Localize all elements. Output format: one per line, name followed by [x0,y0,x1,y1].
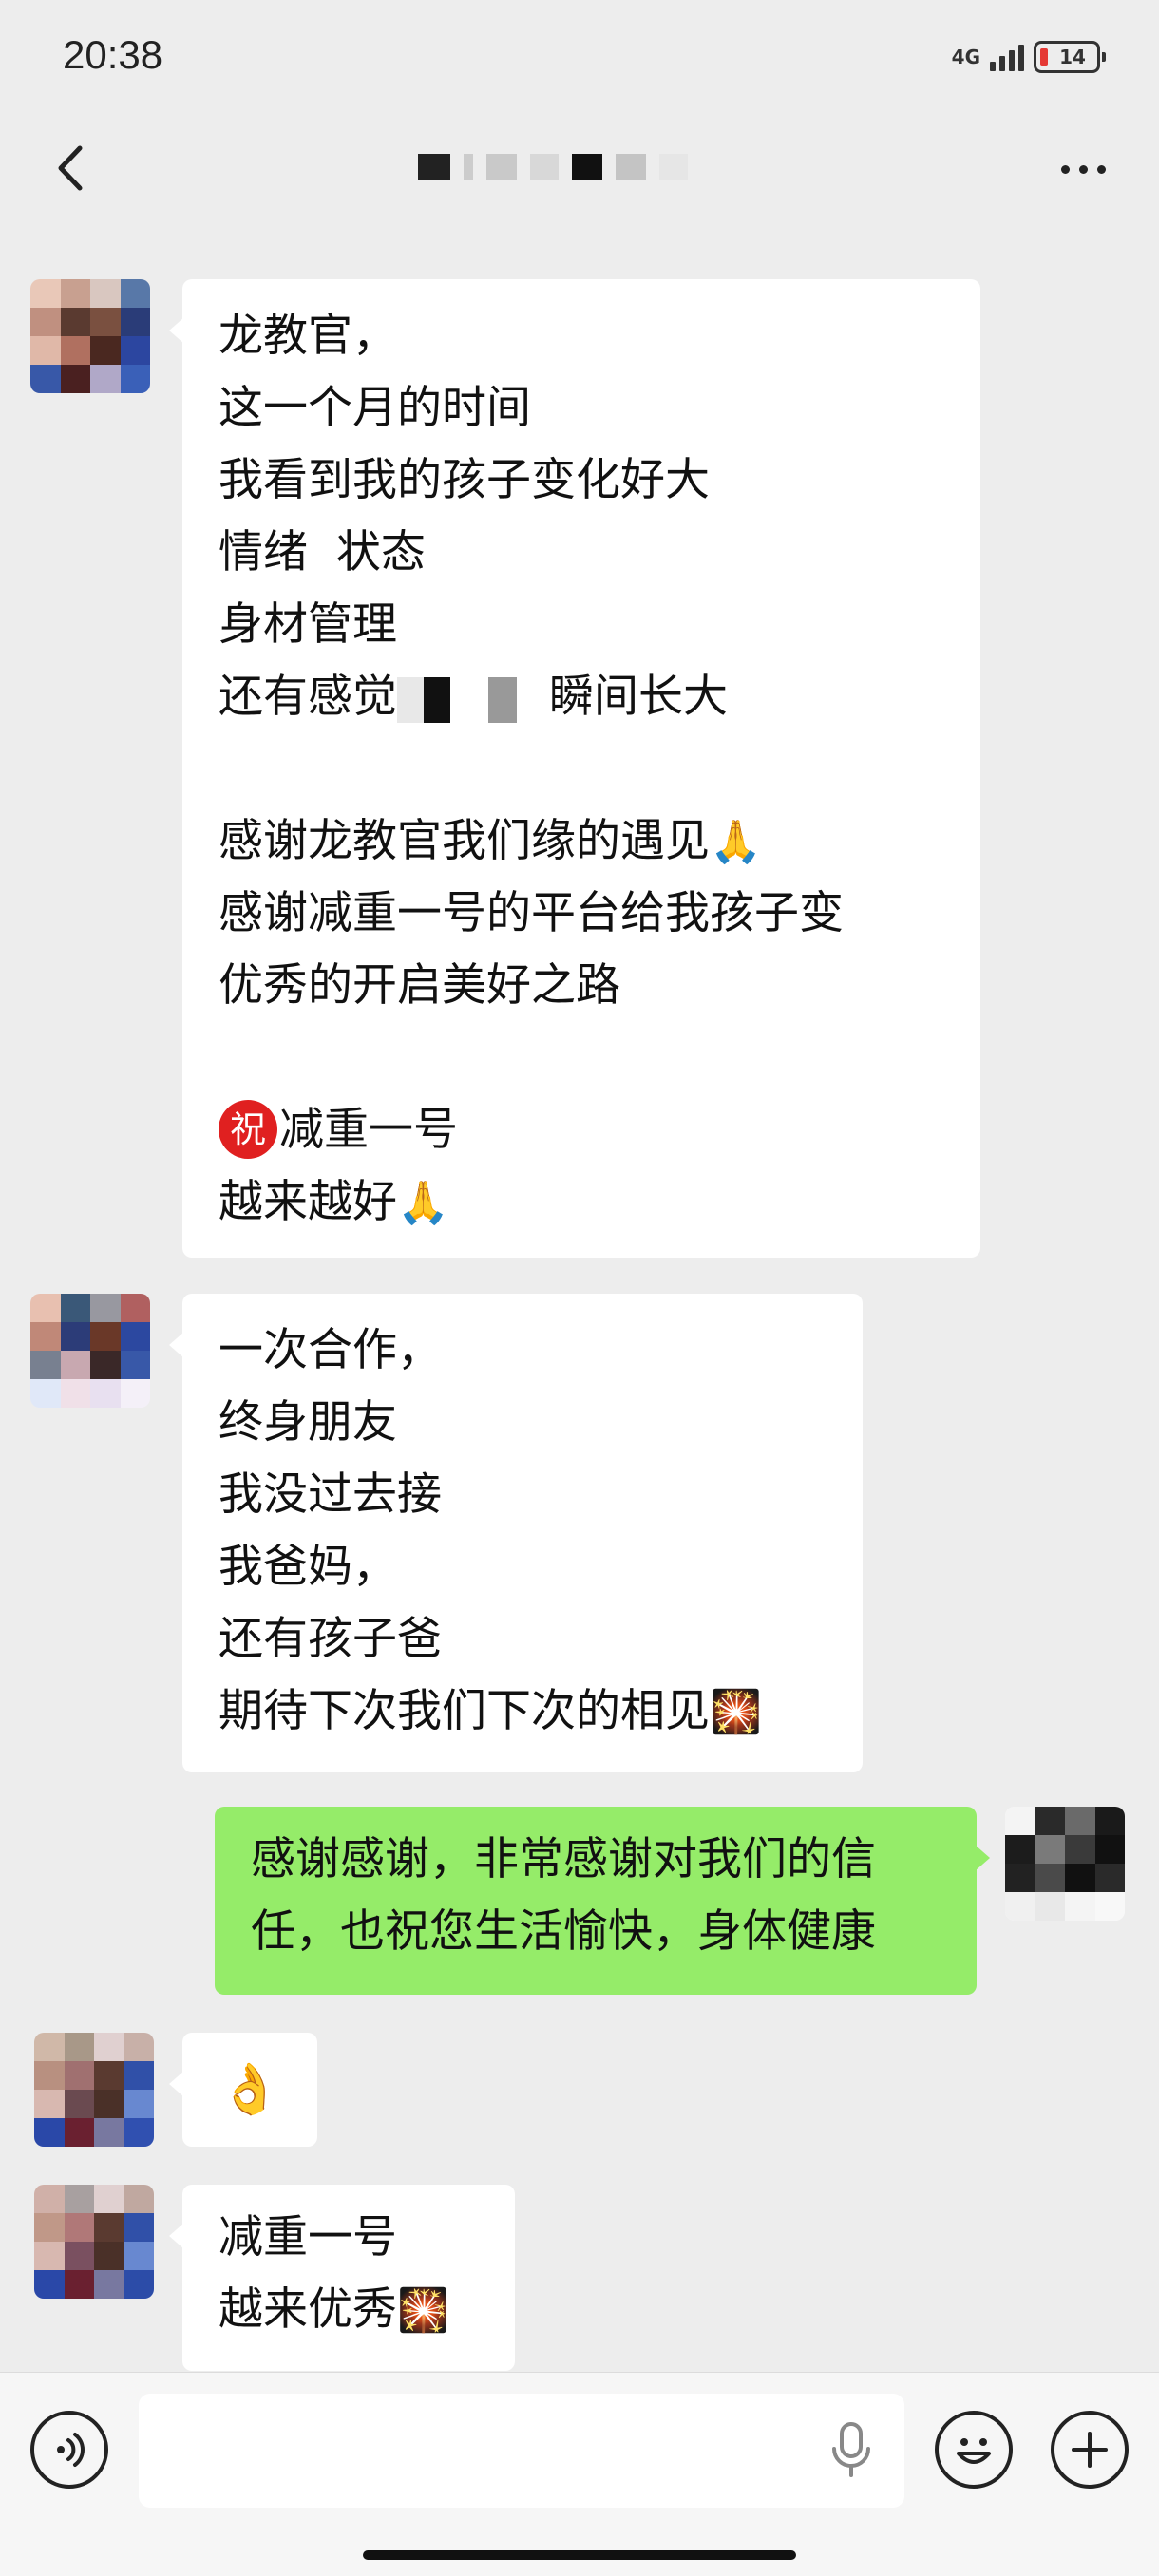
message-bubble[interactable]: 一次合作， 终身朋友 我没过去接 我爸妈， 还有孩子爸 期待下次我们下次的相见🎇 [169,1294,863,1772]
redaction-block [488,676,517,723]
message-line: 我爸妈， [218,1541,397,1593]
microphone-icon [832,2422,870,2477]
avatar[interactable] [30,279,150,393]
message-line: 一次合作， [218,1324,442,1376]
message-line: 这一个月的时间 [218,382,531,434]
message-line-redacted: 还有感觉 瞬间长大 [218,671,728,723]
message-line: 龙教官， [218,310,397,362]
chat-title-redacted [418,147,741,187]
blessing-badge: 祝 [218,1099,277,1159]
more-dots-icon [1060,164,1070,174]
message-bubble[interactable]: 👌 [169,2033,317,2147]
message-input[interactable] [139,2394,904,2508]
message-line: 祝减重一号 [218,1094,944,1166]
input-bar [0,2372,1159,2576]
status-time: 20:38 [63,32,163,77]
message-line: 我看到我的孩子变化好大 [218,454,710,506]
status-bar: 20:38 4G 14 [0,0,1159,114]
message-line: 终身朋友 [218,1396,397,1449]
message-line: 越来优秀🎇 [218,2283,449,2336]
message-line: 越来越好🙏 [218,1176,449,1228]
message-line: 情绪 状态 [218,526,426,578]
ok-hand-emoji: 👌 [218,2061,281,2118]
message-bubble[interactable]: 减重一号 越来优秀🎇 [169,2185,515,2371]
message-line: 感谢感谢，非常感谢对我们的信 [251,1833,876,1885]
message-line: 减重一号 [218,2211,397,2263]
status-indicators: 4G 14 [951,36,1106,78]
avatar[interactable] [34,2185,154,2299]
pray-emoji: 🙏 [710,818,762,866]
add-attachment-button[interactable] [1051,2411,1129,2489]
plus-icon [1072,2432,1108,2468]
message-line: 优秀的开启美好之路 [218,959,620,1012]
signal-icon [990,43,1024,71]
pray-emoji: 🙏 [397,1179,449,1227]
message-line: 感谢减重一号的平台给我孩子变 [218,887,844,939]
message-line: 任，也祝您生活愉快，身体健康 [251,1905,876,1958]
back-button[interactable] [38,135,104,201]
message-line: 感谢龙教官我们缘的遇见🙏 [218,815,762,867]
message-line: 期待下次我们下次的相见🎇 [218,1685,762,1737]
battery-icon: 14 [1034,41,1106,73]
message-bubble[interactable]: 龙教官， 这一个月的时间 我看到我的孩子变化好大 情绪 状态 身材管理 还有感觉… [169,279,980,1258]
redaction-block [397,676,424,723]
fireworks-emoji: 🎇 [397,2286,449,2335]
smiley-icon [957,2438,991,2464]
avatar[interactable] [34,2033,154,2147]
emoji-button[interactable] [935,2411,1013,2489]
chat-header [0,114,1159,223]
fireworks-emoji: 🎇 [710,1688,762,1736]
redaction-block [450,676,488,723]
message-line: 还有孩子爸 [218,1613,442,1665]
avatar[interactable] [30,1294,150,1408]
message-bubble-self[interactable]: 感谢感谢，非常感谢对我们的信 任，也祝您生活愉快，身体健康 [215,1807,990,1995]
network-label: 4G [951,46,980,68]
voice-wave-icon [57,2433,85,2467]
self-avatar[interactable] [1005,1807,1125,1921]
message-line: 身材管理 [218,598,397,651]
more-button[interactable] [1045,141,1121,198]
redaction-block [424,676,450,723]
voice-mode-button[interactable] [30,2411,108,2489]
microphone-button[interactable] [823,2416,880,2483]
message-line: 我没过去接 [218,1468,442,1521]
home-indicator[interactable] [363,2550,796,2560]
redaction-block [517,676,549,723]
chevron-left-icon [58,145,83,191]
battery-level: 14 [1059,46,1086,68]
